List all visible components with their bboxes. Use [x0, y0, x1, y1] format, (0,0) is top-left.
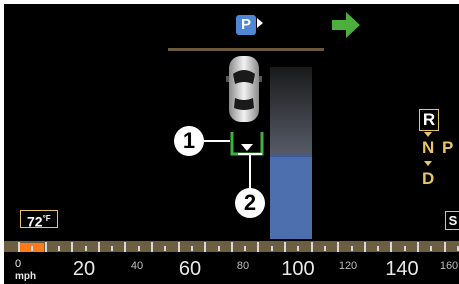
speed-tick — [404, 246, 406, 251]
speed-tick — [364, 242, 366, 252]
speed-tick — [390, 242, 392, 252]
speed-tick — [124, 242, 126, 252]
outside-temperature: 72°F — [20, 210, 58, 230]
callout-marker-1: 1 — [174, 126, 204, 156]
gear-reverse: R — [419, 109, 439, 131]
speed-tick — [337, 242, 339, 252]
display-screen: P 1 2 R N P D 72°F S 0 mph 20 40 60 80 1… — [4, 4, 459, 284]
speed-tick — [417, 242, 419, 252]
temperature-unit: °F — [42, 214, 51, 223]
speed-tick — [351, 246, 353, 251]
speed-tick — [218, 246, 220, 251]
speed-tick — [324, 246, 326, 251]
speed-label: 80 — [236, 260, 250, 272]
speed-label: 40 — [130, 260, 144, 272]
speed-zero-label: 0 — [15, 258, 22, 270]
speed-tick — [45, 242, 47, 252]
speed-tick — [98, 242, 100, 252]
speed-label: 60 — [178, 258, 202, 280]
speed-label: 160 — [439, 260, 459, 272]
speed-tick — [231, 242, 233, 252]
gear-pointer-icon — [424, 132, 432, 137]
speed-tick — [297, 246, 299, 251]
drive-mode-badge: S — [445, 211, 459, 230]
gear-park: P — [442, 138, 454, 157]
speed-label: 140 — [385, 258, 419, 280]
speed-tick — [71, 242, 73, 252]
callout-marker-2: 2 — [235, 188, 265, 218]
speed-tick — [257, 242, 259, 252]
speed-tick — [430, 246, 432, 251]
gear-neutral: N — [422, 138, 435, 157]
speed-tick — [111, 246, 113, 251]
speed-tick — [271, 246, 273, 251]
gear-drive: D — [422, 169, 435, 188]
speed-tick — [311, 242, 313, 252]
speed-tick — [204, 242, 206, 252]
speed-tick — [151, 242, 153, 252]
speed-label: 120 — [338, 260, 358, 272]
speed-tick — [191, 246, 193, 251]
speed-tick — [18, 242, 20, 252]
speed-tick — [85, 246, 87, 251]
speed-label: 20 — [72, 258, 96, 280]
speed-tick — [31, 246, 33, 251]
temperature-value: 72 — [27, 213, 43, 230]
speed-tick — [444, 242, 446, 252]
speed-tick — [377, 246, 379, 251]
speed-tick — [164, 246, 166, 251]
speed-tick — [138, 246, 140, 251]
speed-tick — [244, 246, 246, 251]
speed-tick — [58, 246, 60, 251]
speed-label: 100 — [281, 258, 315, 280]
speed-tick — [178, 242, 180, 252]
speed-tick — [284, 242, 286, 252]
speed-unit-label: mph — [15, 271, 37, 282]
gear-pointer-icon — [424, 161, 432, 166]
